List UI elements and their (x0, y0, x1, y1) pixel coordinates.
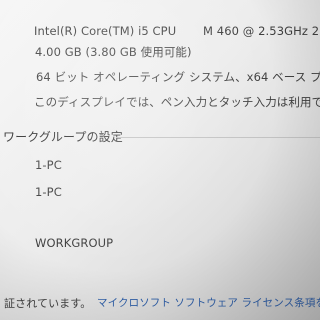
computer-name-value: 1-PC (35, 158, 62, 172)
system-type: 64 ビット オペレーティング システム、x64 ベース プロセッサ (36, 70, 320, 84)
computer-name-section-title: ワークグループの設定 (3, 130, 123, 144)
activation-status: 証されています。 (4, 297, 92, 310)
installed-memory: 4.00 GB (3.80 GB 使用可能) (35, 45, 192, 59)
section-divider (116, 137, 320, 138)
processor-name: Intel(R) Core(TM) i5 CPU (34, 24, 177, 38)
system-properties-window: Intel(R) Core(TM) i5 CPU M 460 @ 2.53GHz… (0, 0, 320, 320)
workgroup-value: WORKGROUP (35, 236, 114, 250)
pen-touch-info: このディスプレイでは、ペン入力とタッチ入力は利用できま (34, 95, 320, 109)
processor-speed: M 460 @ 2.53GHz 2 (203, 24, 320, 38)
full-computer-name-value: 1-PC (35, 185, 62, 199)
license-terms-link[interactable]: マイクロソフト ソフトウェア ライセンス条項を (97, 295, 320, 310)
